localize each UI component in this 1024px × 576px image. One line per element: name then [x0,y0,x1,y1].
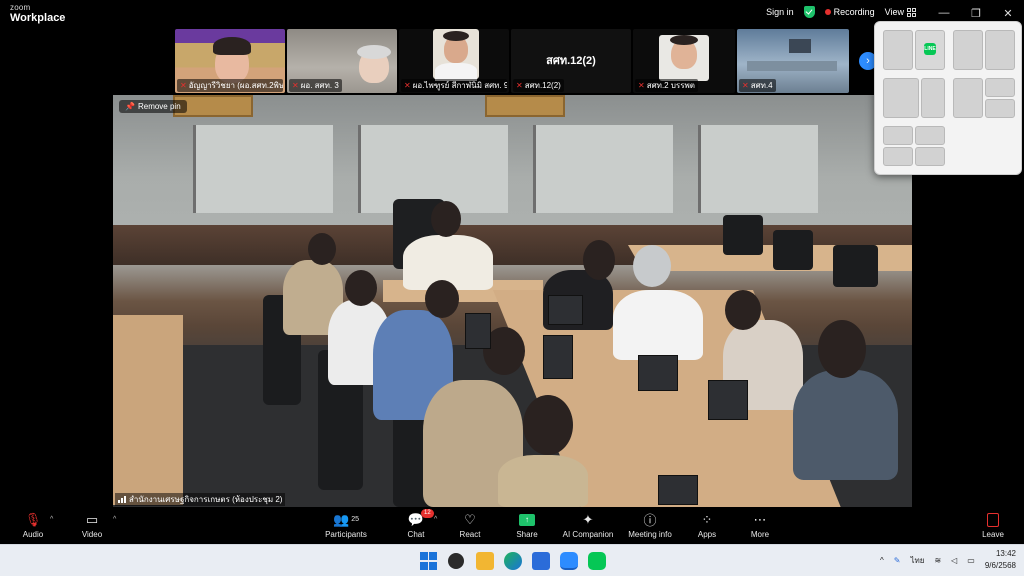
snap-zone[interactable] [883,30,913,70]
video-options-chevron-icon[interactable]: ^ [113,516,116,523]
recording-dot-icon [824,9,831,15]
clock-time: 13:42 [995,549,1016,558]
participant-tile[interactable]: ✕ สศท.2 บรรพต [633,29,735,93]
windows-start-icon[interactable] [420,552,438,570]
snap-zone[interactable] [915,147,945,166]
participant-filmstrip: ✕ อัญญารีวิชยา (ผอ.สศท.2พิษ... ✕ ผอ. สศท. … [175,29,865,93]
battery-icon[interactable]: ▭ [967,556,975,565]
snap-zone[interactable] [985,99,1015,118]
audio-options-chevron-icon[interactable]: ^ [50,516,53,523]
snap-zone[interactable] [985,30,1015,70]
video-button[interactable]: ▭ Video [57,511,127,540]
share-button[interactable]: ↑ Share [492,511,562,539]
wifi-icon[interactable]: ≋ [934,556,941,565]
snap-zone[interactable] [883,126,913,145]
participant-name-label: ✕ อัญญารีวิชยา (ผอ.สศท.2พิษ... [177,79,283,92]
snap-zone[interactable] [953,78,983,118]
search-icon[interactable] [448,553,464,569]
apps-icon: ⁘ [701,511,713,527]
snap-zone[interactable] [921,78,945,118]
participant-display-name: สศท.12(2) [546,55,596,67]
pen-icon[interactable]: ✎ [894,556,901,565]
participant-name-label: ✕ ผอ.ไพฑูรย์ สีกาฬนิมิ สศท. 9 [401,79,507,92]
pinned-video[interactable]: 📌 Remove pin สำนักงานเศรษฐกิจการเกษตร (ห… [113,95,912,507]
ai-companion-button[interactable]: ✦ AI Companion [553,511,623,540]
view-label: View [884,7,904,17]
remove-pin-button[interactable]: 📌 Remove pin [119,100,187,113]
mic-muted-icon: ✕ [404,81,411,90]
file-explorer-icon[interactable] [476,552,494,570]
snap-layout-popup: LINE [874,21,1022,175]
participant-tile[interactable]: ✕ อัญญารีวิชยา (ผอ.สศท.2พิษ... [175,29,285,93]
mic-muted-icon: ✕ [180,81,187,90]
chat-unread-badge: 12 [421,509,434,518]
top-bar: zoom Workplace Sign in Recording View — … [0,0,1024,26]
participant-tile[interactable]: ✕ ผอ.ไพฑูรย์ สีกาฬนิมิ สศท. 9 [399,29,509,93]
snap-zone[interactable] [915,126,945,145]
recording-indicator[interactable]: Recording [824,7,875,17]
line-taskbar-icon[interactable] [588,552,606,570]
encryption-shield-icon[interactable] [803,6,815,18]
snap-zone[interactable] [985,78,1015,97]
sparkle-icon: ✦ [582,511,594,527]
video-name-label: สำนักงานเศรษฐกิจการเกษตร (ห้องประชุม 2) [115,493,286,506]
participant-tile[interactable]: ✕ ผอ. สศท. 3 [287,29,397,93]
more-button[interactable]: ⋯ More [725,511,795,540]
store-icon[interactable] [532,552,550,570]
snap-zone[interactable] [883,78,919,118]
participants-count: 25 [351,516,359,523]
share-screen-icon: ↑ [519,513,535,526]
leave-button[interactable]: Leave [958,511,1024,539]
meeting-toolbar: 🎙 Audio ^ ▭ Video ^ 👥 25 Participants 💬 12… [0,508,1024,544]
brand-top: zoom [10,3,31,12]
participant-tile[interactable]: สศท.12(2) ✕ สศท.12(2) [511,29,631,93]
mic-muted-icon: ✕ [742,81,749,90]
mic-muted-icon: 🎙 [24,511,42,527]
clock[interactable]: 13:42 9/6/2568 [985,548,1016,572]
mic-muted-icon: ✕ [638,81,645,90]
participants-icon: 👥 [333,511,350,527]
participant-name-label: ✕ สศท.4 [739,79,776,92]
sign-in-link[interactable]: Sign in [766,7,794,17]
tray-overflow-chevron-icon[interactable]: ^ [880,556,884,565]
line-app-icon: LINE [924,43,936,55]
participant-name-label: ✕ ผอ. สศท. 3 [289,79,342,92]
participants-button[interactable]: 👥 25 Participants [311,511,381,540]
snap-zone[interactable] [953,30,983,70]
more-dots-icon: ⋯ [753,511,767,527]
mic-muted-icon: ✕ [292,81,299,90]
participant-name-label: ✕ สศท.2 บรรพต [635,79,698,92]
remove-pin-label: Remove pin [137,102,181,111]
pin-icon: 📌 [125,102,135,111]
mic-muted-icon: ✕ [516,81,523,90]
system-tray: ^ ✎ ไทย ≋ ◁ ▭ 13:42 9/6/2568 [880,548,1016,572]
input-language[interactable]: ไทย [910,554,924,567]
video-camera-icon: ▭ [85,511,99,527]
leave-door-icon [987,512,999,527]
grid-view-icon [907,7,916,17]
participant-tile[interactable]: ✕ สศท.4 [737,29,849,93]
recording-label: Recording [833,7,875,17]
clock-date: 9/6/2568 [984,561,1016,570]
view-button[interactable]: View [885,7,916,17]
participant-name-label: ✕ สศท.12(2) [513,79,564,92]
info-icon: ⓘ [643,513,657,528]
speaker-icon[interactable]: ◁ [951,556,957,565]
zoom-app-icon[interactable] [560,552,578,570]
signal-strength-icon [118,496,126,503]
brand-bottom: Workplace [10,12,66,24]
zoom-logo: zoom Workplace [10,4,65,24]
windows-taskbar: ^ ✎ ไทย ≋ ◁ ▭ 13:42 9/6/2568 [0,544,1024,576]
heart-icon: ♡ [464,511,476,527]
snap-zone[interactable] [883,147,913,166]
edge-browser-icon[interactable] [504,552,522,570]
